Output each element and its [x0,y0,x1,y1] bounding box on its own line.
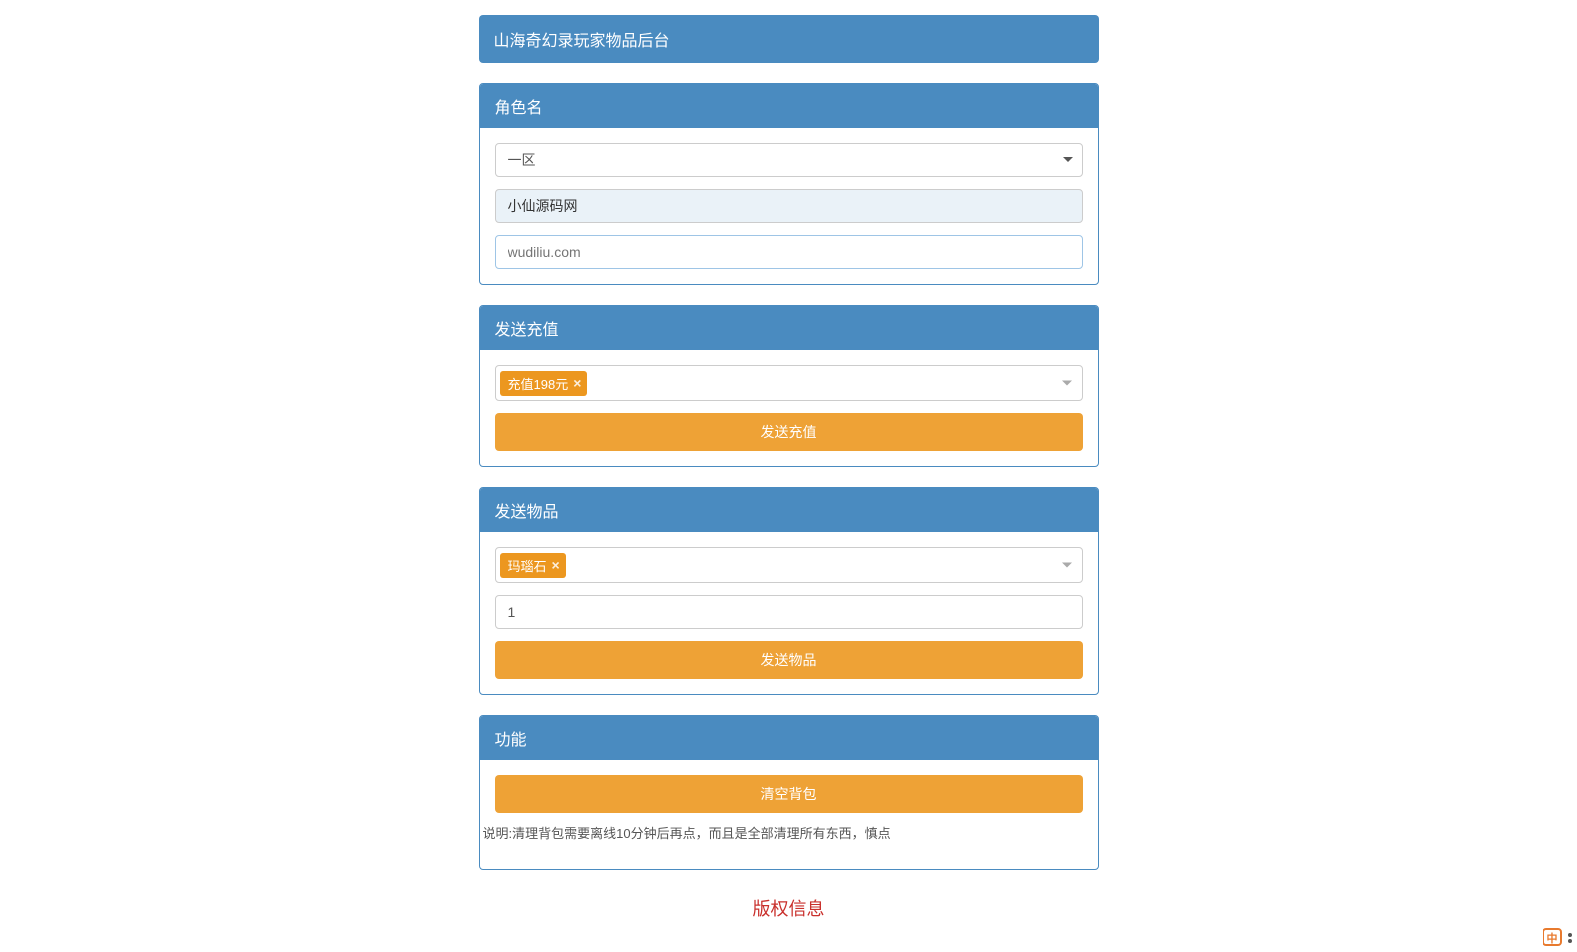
role-name-input[interactable] [495,189,1083,223]
function-panel-heading: 功能 [480,716,1098,760]
recharge-tag-select[interactable]: 充值198元 × [495,365,1083,401]
close-icon[interactable]: × [573,376,581,390]
clear-bag-button[interactable]: 清空背包 [495,775,1083,813]
recharge-panel: 发送充值 充值198元 × 发送充值 [479,305,1099,467]
recharge-tag-label: 充值198元 [508,374,569,393]
role-panel: 角色名 一区 [479,83,1099,285]
item-panel-title: 发送物品 [495,504,559,521]
recharge-panel-heading: 发送充值 [480,306,1098,350]
ime-indicator-icon: 中 [1543,925,1577,950]
item-tag: 玛瑙石 × [500,553,566,578]
account-input[interactable] [495,235,1083,269]
chevron-down-icon [1062,563,1072,568]
clear-bag-note: 说明:清理背包需要离线10分钟后再点，而且是全部清理所有东西，慎点 [481,823,1097,854]
svg-text:中: 中 [1547,931,1558,945]
send-item-button[interactable]: 发送物品 [495,641,1083,679]
item-panel: 发送物品 玛瑙石 × 发送物品 [479,487,1099,695]
role-panel-title: 角色名 [495,100,543,117]
item-panel-heading: 发送物品 [480,488,1098,532]
chevron-down-icon [1062,381,1072,386]
zone-select[interactable]: 一区 [495,143,1083,177]
quantity-input[interactable] [495,595,1083,629]
page-header: 山海奇幻录玩家物品后台 [479,15,1099,63]
send-recharge-button[interactable]: 发送充值 [495,413,1083,451]
function-panel-title: 功能 [495,732,527,749]
close-icon[interactable]: × [552,558,560,572]
page-title: 山海奇幻录玩家物品后台 [494,33,670,50]
item-tag-select[interactable]: 玛瑙石 × [495,547,1083,583]
item-tag-label: 玛瑙石 [508,556,547,575]
recharge-tag: 充值198元 × [500,371,588,396]
recharge-panel-title: 发送充值 [495,322,559,339]
footer-copyright: 版权信息 [479,895,1099,921]
function-panel: 功能 清空背包 说明:清理背包需要离线10分钟后再点，而且是全部清理所有东西，慎… [479,715,1099,870]
role-panel-heading: 角色名 [480,84,1098,128]
